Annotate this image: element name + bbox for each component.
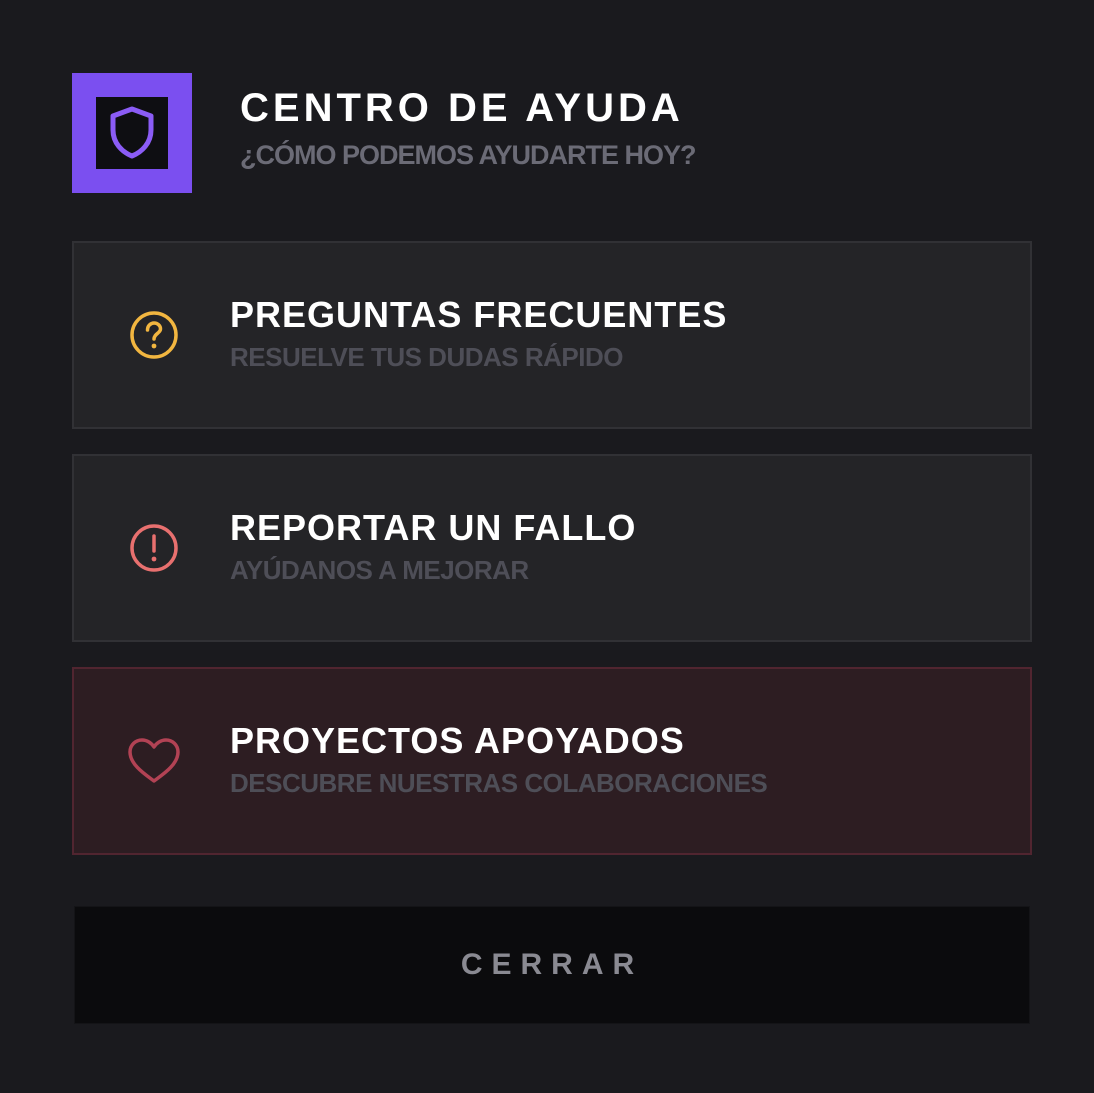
- question-circle-icon: [130, 311, 178, 359]
- faq-text: PREGUNTAS FRECUENTES RESUELVE TUS DUDAS …: [230, 293, 728, 372]
- projects-description: DESCUBRE NUESTRAS COLABORACIONES: [230, 767, 768, 798]
- faq-description: RESUELVE TUS DUDAS RÁPIDO: [230, 341, 623, 372]
- alert-circle-icon: [130, 524, 178, 572]
- supported-projects-option[interactable]: PROYECTOS APOYADOS DESCUBRE NUESTRAS COL…: [72, 667, 1032, 855]
- projects-icon-wrap: [126, 733, 182, 789]
- report-bug-option[interactable]: REPORTAR UN FALLO AYÚDANOS A MEJORAR: [72, 454, 1032, 642]
- faq-title: PREGUNTAS FRECUENTES: [230, 293, 728, 335]
- logo-badge: [96, 97, 168, 169]
- projects-title: PROYECTOS APOYADOS: [230, 719, 685, 761]
- report-icon-wrap: [126, 520, 182, 576]
- logo: [72, 73, 192, 193]
- help-center-panel: CENTRO DE AYUDA ¿CÓMO PODEMOS AYUDARTE H…: [0, 0, 1094, 1093]
- projects-text: PROYECTOS APOYADOS DESCUBRE NUESTRAS COL…: [230, 719, 768, 798]
- shield-icon: [110, 106, 154, 159]
- page-title: CENTRO DE AYUDA: [240, 85, 684, 130]
- header-titles: CENTRO DE AYUDA ¿CÓMO PODEMOS AYUDARTE H…: [240, 85, 697, 170]
- faq-option[interactable]: PREGUNTAS FRECUENTES RESUELVE TUS DUDAS …: [72, 241, 1032, 429]
- help-center-header: CENTRO DE AYUDA ¿CÓMO PODEMOS AYUDARTE H…: [72, 73, 697, 193]
- close-button[interactable]: CERRAR: [74, 906, 1030, 1024]
- report-text: REPORTAR UN FALLO AYÚDANOS A MEJORAR: [230, 506, 637, 585]
- heart-icon: [128, 738, 180, 783]
- page-subtitle: ¿CÓMO PODEMOS AYUDARTE HOY?: [240, 139, 697, 170]
- report-description: AYÚDANOS A MEJORAR: [230, 554, 529, 585]
- report-title: REPORTAR UN FALLO: [230, 506, 637, 548]
- faq-icon-wrap: [126, 307, 182, 363]
